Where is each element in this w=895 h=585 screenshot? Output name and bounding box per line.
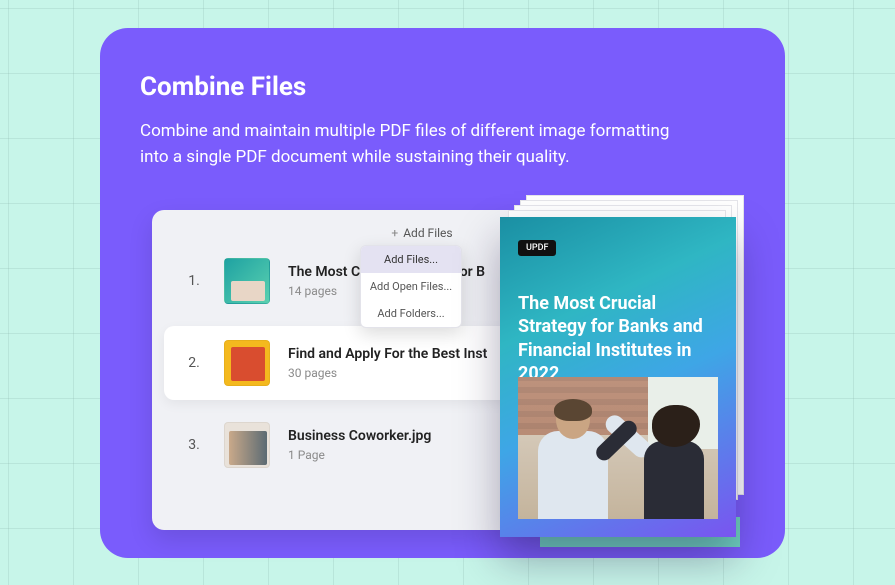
- file-index: 2.: [182, 355, 206, 371]
- file-page-count: 30 pages: [288, 366, 487, 380]
- add-files-label: Add Files: [403, 226, 452, 240]
- card-description: Combine and maintain multiple PDF files …: [140, 118, 680, 171]
- document-cover-photo: [518, 377, 718, 519]
- file-thumbnail: [224, 340, 270, 386]
- dropdown-add-files[interactable]: Add Files...: [361, 246, 461, 273]
- app-badge: UPDF: [518, 240, 556, 256]
- dropdown-add-open-files[interactable]: Add Open Files...: [361, 273, 461, 300]
- file-name: Find and Apply For the Best Inst: [288, 346, 487, 362]
- plus-icon: +: [391, 226, 398, 240]
- document-preview[interactable]: UPDF The Most Crucial Strategy for Banks…: [500, 217, 736, 537]
- file-thumbnail: [224, 422, 270, 468]
- file-index: 1.: [182, 273, 206, 289]
- file-thumbnail: [224, 258, 270, 304]
- badge-label: UPDF: [526, 243, 548, 253]
- add-files-dropdown: Add Files... Add Open Files... Add Folde…: [360, 245, 462, 328]
- document-preview-stack: UPDF The Most Crucial Strategy for Banks…: [500, 195, 740, 555]
- file-name: Business Coworker.jpg: [288, 428, 431, 444]
- document-title: The Most Crucial Strategy for Banks and …: [518, 292, 718, 386]
- dropdown-add-folders[interactable]: Add Folders...: [361, 300, 461, 327]
- card-title: Combine Files: [140, 72, 745, 102]
- file-page-count: 1 Page: [288, 448, 431, 462]
- file-index: 3.: [182, 437, 206, 453]
